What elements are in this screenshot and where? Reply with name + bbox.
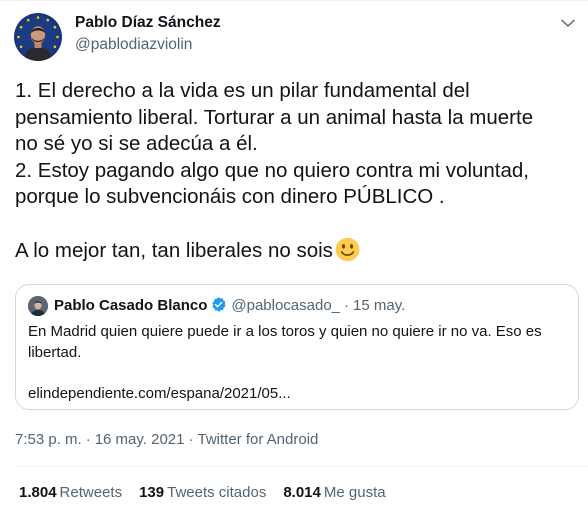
stat-quote-tweets[interactable]: 139 Tweets citados <box>139 483 266 503</box>
quoted-header: Pablo Casado Blanco @pablocasado_ · 15 may. <box>54 296 405 316</box>
author-name[interactable]: Pablo Díaz Sánchez <box>75 13 221 33</box>
tweet-text-content: 1. El derecho a la vida es un pilar fund… <box>15 79 534 262</box>
tweet-source[interactable]: Twitter for Android <box>197 431 318 448</box>
stat-likes-label: Me gusta <box>323 484 386 501</box>
tweet-text: 1. El derecho a la vida es un pilar fund… <box>15 78 580 265</box>
meta-separator-1: · <box>85 431 91 448</box>
verified-badge-icon <box>212 297 226 312</box>
stat-likes[interactable]: 8.014 Me gusta <box>283 483 385 503</box>
tweet: Pablo Díaz Sánchez @pablodiazviolin 1. E… <box>0 0 588 518</box>
quoted-avatar-person-icon <box>28 296 48 316</box>
tweet-meta: 7:53 p. m. · 16 may. 2021 · Twitter for Andr… <box>15 430 318 450</box>
stats-divider <box>15 466 588 467</box>
stat-quote-tweets-label: Tweets citados <box>167 484 267 501</box>
stat-likes-value: 8.014 <box>283 484 321 501</box>
meta-separator-2: · <box>188 431 194 448</box>
eu-stars-icon <box>17 16 59 61</box>
quoted-date: 15 may. <box>353 297 406 314</box>
tweet-stats: 1.804 Retweets 139 Tweets citados 8.014 Me gu… <box>19 483 403 503</box>
quoted-text: En Madrid quien quiere puede ir a los to… <box>28 323 542 402</box>
author-handle[interactable]: @pablodiazviolin <box>75 35 221 55</box>
quoted-tweet[interactable]: Pablo Casado Blanco @pablocasado_ · 15 may.… <box>15 284 579 410</box>
stat-retweets-label: Retweets <box>59 484 123 501</box>
quoted-author-handle: @pablocasado_ <box>231 297 341 314</box>
chevron-down-icon[interactable] <box>559 14 577 32</box>
tweet-time[interactable]: 7:53 p. m. <box>15 431 82 448</box>
top-divider <box>0 0 588 1</box>
quoted-author-name: Pablo Casado Blanco <box>54 297 208 314</box>
author-block: Pablo Díaz Sánchez @pablodiazviolin <box>75 13 221 55</box>
stat-quote-tweets-value: 139 <box>139 484 165 501</box>
tweet-date[interactable]: 16 may. 2021 <box>95 431 185 448</box>
quoted-separator: · <box>344 297 350 314</box>
quoted-avatar <box>28 296 48 316</box>
stat-retweets-value: 1.804 <box>19 484 57 501</box>
avatar-person-icon <box>25 26 51 61</box>
stat-retweets[interactable]: 1.804 Retweets <box>19 483 122 503</box>
slightly-smiling-face-emoji <box>335 237 360 262</box>
avatar[interactable] <box>14 13 62 61</box>
